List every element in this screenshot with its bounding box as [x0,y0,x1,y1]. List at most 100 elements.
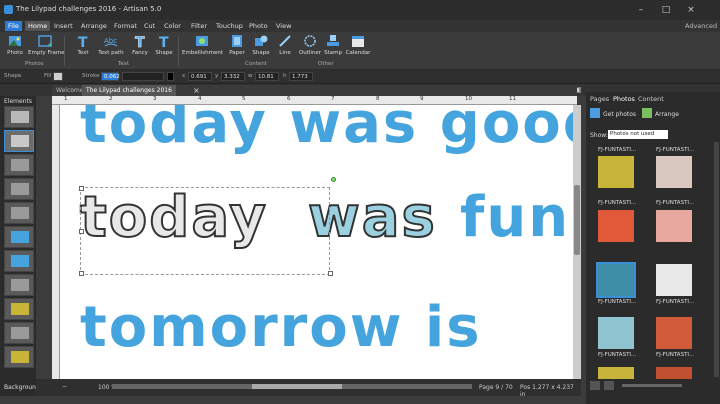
photo-thumbnail[interactable] [656,156,692,188]
svg-text:T: T [135,35,145,48]
stroke-color-swatch[interactable] [167,72,174,81]
menu-color[interactable]: Color [161,21,184,31]
text-path-button[interactable]: Abc Text path [97,34,125,60]
title-text-line-3[interactable]: tomorrow is [80,295,482,360]
title-text-line-1[interactable]: today was good [80,105,573,156]
element-thumb[interactable] [4,226,34,248]
tab-lilypad-challenges[interactable]: The Lilypad challenges 2016 [82,85,176,96]
tab-pages[interactable]: Pages [590,95,609,103]
text-path-icon: Abc [104,37,118,47]
thumbnail-size-slider[interactable] [622,384,682,387]
text-button[interactable]: T Text [70,34,96,60]
menu-cut[interactable]: Cut [141,21,158,31]
fancy-text-button[interactable]: T Fancy [127,34,153,60]
photo-thumbnail[interactable] [656,367,692,379]
svg-text:+: + [47,41,52,48]
y-field[interactable]: 3.332 [221,72,245,81]
w-field[interactable]: 10.81 [255,72,279,81]
fill-color-swatch[interactable] [53,72,63,81]
resize-handle[interactable] [328,271,333,276]
elements-panel: Elements [0,96,36,396]
paper-label: Paper [229,50,245,56]
element-thumb[interactable] [4,298,34,320]
stroke-style-select[interactable] [122,72,164,81]
element-thumb[interactable] [4,322,34,344]
element-thumb[interactable] [4,346,34,368]
close-button[interactable]: × [684,4,698,16]
photo-thumbnail[interactable] [598,367,634,379]
element-thumb[interactable] [4,274,34,296]
element-thumb[interactable] [4,154,34,176]
element-thumb[interactable] [4,130,34,152]
panel-scrollbar[interactable] [714,142,719,377]
stroke-width-field[interactable]: 0.062 [101,72,120,81]
menu-touchup[interactable]: Touchup [213,21,246,31]
rotate-handle[interactable] [331,177,336,182]
h-label: h [283,73,287,79]
menu-file[interactable]: File [5,21,22,31]
menu-home[interactable]: Home [25,21,51,31]
element-thumb[interactable] [4,106,34,128]
x-field[interactable]: 0.691 [188,72,212,81]
fancy-text-label: Fancy [132,50,148,56]
photo-thumbnail[interactable] [656,317,692,349]
zoom-out-icon[interactable]: − [62,383,67,390]
paper-button[interactable]: Paper [224,34,250,60]
photo-button[interactable]: Photo [2,34,28,60]
h-field[interactable]: 1.773 [289,72,313,81]
close-tab-icon[interactable]: × [193,86,200,95]
photo-thumbnail[interactable] [598,317,634,349]
calendar-button[interactable]: Calendar [344,34,372,60]
menu-photo[interactable]: Photo [246,21,271,31]
photo-thumbnail[interactable] [656,264,692,296]
menu-filter[interactable]: Filter [188,21,210,31]
shape-button[interactable]: Shape [248,34,274,60]
empty-frame-button[interactable]: + Empty Frame [28,34,65,60]
embellishment-button[interactable]: Embellishment [182,34,224,60]
photo-thumbnail[interactable] [598,210,634,242]
stamp-button[interactable]: Stamp [320,34,346,60]
element-thumb[interactable] [4,250,34,272]
list-view-icon[interactable] [604,381,614,390]
advanced-link[interactable]: Advanced [682,21,720,31]
arrange-icon[interactable] [642,108,652,118]
paper-icon [232,35,242,47]
minimize-button[interactable]: – [634,4,648,16]
resize-handle[interactable] [79,271,84,276]
calendar-icon [352,36,364,47]
shape-text-button[interactable]: T Shape [151,34,177,60]
photo-thumbnail-selected[interactable] [596,262,636,298]
get-photos-icon[interactable] [590,108,600,118]
ruler-mark: 1 [64,96,68,102]
resize-handle[interactable] [79,229,84,234]
stamp-icon [327,35,339,46]
menu-insert[interactable]: Insert [51,21,76,31]
grid-view-icon[interactable] [590,381,600,390]
scroll-thumb[interactable] [252,384,342,389]
vertical-scrollbar[interactable] [573,105,581,379]
menu-format[interactable]: Format [111,21,140,31]
element-thumb[interactable] [4,202,34,224]
embellishment-label: Embellishment [182,50,224,56]
photo-thumbnail[interactable] [598,156,634,188]
elements-header: Elements [4,98,32,105]
photo-thumbnail[interactable] [656,210,692,242]
get-photos-button[interactable]: Get photos [603,111,636,118]
ruler-mark: 6 [287,96,291,102]
svg-text:T: T [159,35,169,48]
resize-handle[interactable] [79,186,84,191]
maximize-button[interactable]: □ [659,4,673,16]
show-filter-select[interactable]: Photos not used [608,130,668,139]
scroll-thumb[interactable] [574,185,580,255]
menu-arrange[interactable]: Arrange [78,21,110,31]
tab-photos[interactable]: Photos [613,95,635,103]
page-canvas[interactable]: today was good today was fun tomorrow is [60,105,573,379]
text-fun[interactable]: fun [460,185,570,250]
element-thumb[interactable] [4,178,34,200]
tab-content[interactable]: Content [638,95,664,103]
arrange-button[interactable]: Arrange [655,111,679,118]
line-button[interactable]: Line [272,34,298,60]
property-bar: Shape Fill Stroke 0.062 x 0.691 y 3.332 … [0,70,720,84]
menu-view[interactable]: View [273,21,294,31]
horizontal-scrollbar[interactable] [112,384,472,389]
